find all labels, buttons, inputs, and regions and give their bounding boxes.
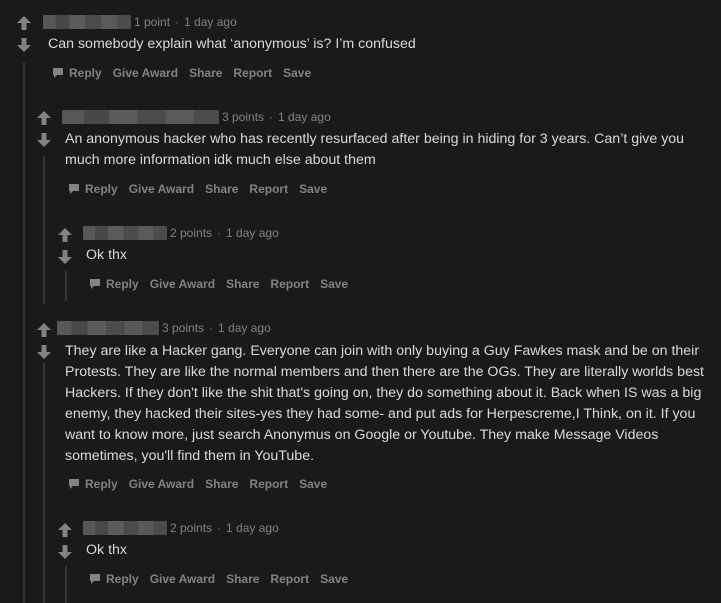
vote-controls xyxy=(34,108,54,150)
save-button[interactable]: Save xyxy=(299,477,327,491)
speech-bubble-icon xyxy=(90,279,100,289)
comment-thread: 1 point · 1 day ago Can somebody explain… xyxy=(0,0,721,603)
arrow-down-icon[interactable] xyxy=(34,342,54,362)
comment-meta: 1 point · 1 day ago xyxy=(43,13,237,31)
share-button[interactable]: Share xyxy=(226,572,259,586)
give-award-button[interactable]: Give Award xyxy=(113,66,178,80)
timestamp[interactable]: 1 day ago xyxy=(184,15,237,29)
comment-meta: 2 points · 1 day ago xyxy=(83,519,279,537)
comment-body: Ok thx xyxy=(86,247,127,263)
report-button[interactable]: Report xyxy=(233,66,272,80)
thread-line-level-2[interactable] xyxy=(43,363,45,603)
points-label: 1 point xyxy=(134,15,171,29)
author-avatar-redacted[interactable] xyxy=(83,226,167,240)
vote-controls xyxy=(55,225,75,267)
comment-actions: Reply Give Award Share Report Save xyxy=(68,477,338,491)
comment-body: An anonymous hacker who has recently res… xyxy=(65,131,685,168)
give-award-button[interactable]: Give Award xyxy=(150,572,215,586)
reply-label: Reply xyxy=(69,66,102,80)
points-label: 2 points xyxy=(170,226,213,240)
separator-dot: · xyxy=(217,226,222,240)
vote-controls xyxy=(14,13,34,55)
arrow-down-icon[interactable] xyxy=(34,130,54,150)
share-button[interactable]: Share xyxy=(189,66,222,80)
reply-button[interactable]: Reply xyxy=(52,66,102,80)
save-button[interactable]: Save xyxy=(299,182,327,196)
arrow-down-icon[interactable] xyxy=(55,247,75,267)
speech-bubble-icon xyxy=(69,479,79,489)
reply-label: Reply xyxy=(106,572,139,586)
arrow-up-icon[interactable] xyxy=(55,225,75,245)
author-avatar-redacted[interactable] xyxy=(43,15,131,29)
comment-actions: Reply Give Award Share Report Save xyxy=(52,66,322,80)
reply-label: Reply xyxy=(106,277,139,291)
thread-line-level-2[interactable] xyxy=(43,156,45,304)
report-button[interactable]: Report xyxy=(270,572,309,586)
author-avatar-redacted[interactable] xyxy=(83,521,167,535)
timestamp[interactable]: 1 day ago xyxy=(218,321,271,335)
comment-meta: 3 points · 1 day ago xyxy=(62,108,331,126)
arrow-up-icon[interactable] xyxy=(55,520,75,540)
speech-bubble-icon xyxy=(69,184,79,194)
share-button[interactable]: Share xyxy=(205,182,238,196)
give-award-button[interactable]: Give Award xyxy=(150,277,215,291)
give-award-button[interactable]: Give Award xyxy=(129,477,194,491)
arrow-down-icon[interactable] xyxy=(14,35,34,55)
comment-body: Ok thx xyxy=(86,542,127,558)
vote-controls xyxy=(34,320,54,362)
reply-button[interactable]: Reply xyxy=(68,477,118,491)
reply-label: Reply xyxy=(85,182,118,196)
comment-body: Can somebody explain what ‘anonymous’ is… xyxy=(48,36,416,52)
save-button[interactable]: Save xyxy=(320,277,348,291)
report-button[interactable]: Report xyxy=(249,182,288,196)
points-label: 3 points xyxy=(222,110,265,124)
points-label: 3 points xyxy=(162,321,205,335)
separator-dot: · xyxy=(269,110,274,124)
share-button[interactable]: Share xyxy=(205,477,238,491)
save-button[interactable]: Save xyxy=(320,572,348,586)
speech-bubble-icon xyxy=(53,68,63,78)
thread-line-level-3[interactable] xyxy=(65,566,67,603)
author-avatar-redacted[interactable] xyxy=(62,110,219,124)
comment-meta: 2 points · 1 day ago xyxy=(83,224,279,242)
arrow-up-icon[interactable] xyxy=(14,13,34,33)
reply-button[interactable]: Reply xyxy=(68,182,118,196)
timestamp[interactable]: 1 day ago xyxy=(278,110,331,124)
thread-line-level-3[interactable] xyxy=(65,271,67,301)
comment-body: They are like a Hacker gang. Everyone ca… xyxy=(65,343,704,464)
comment-actions: Reply Give Award Share Report Save xyxy=(89,277,359,291)
comment-actions: Reply Give Award Share Report Save xyxy=(68,182,338,196)
give-award-button[interactable]: Give Award xyxy=(129,182,194,196)
author-avatar-redacted[interactable] xyxy=(57,321,159,335)
thread-line-level-1[interactable] xyxy=(23,62,25,603)
separator-dot: · xyxy=(217,521,222,535)
share-button[interactable]: Share xyxy=(226,277,259,291)
save-button[interactable]: Save xyxy=(283,66,311,80)
speech-bubble-icon xyxy=(90,574,100,584)
reply-label: Reply xyxy=(85,477,118,491)
vote-controls xyxy=(55,520,75,562)
arrow-down-icon[interactable] xyxy=(55,542,75,562)
comment-actions: Reply Give Award Share Report Save xyxy=(89,572,359,586)
reply-button[interactable]: Reply xyxy=(89,277,139,291)
comment-meta: 3 points · 1 day ago xyxy=(57,319,271,337)
arrow-up-icon[interactable] xyxy=(34,320,54,340)
separator-dot: · xyxy=(175,15,180,29)
report-button[interactable]: Report xyxy=(270,277,309,291)
reply-button[interactable]: Reply xyxy=(89,572,139,586)
separator-dot: · xyxy=(209,321,214,335)
timestamp[interactable]: 1 day ago xyxy=(226,226,279,240)
points-label: 2 points xyxy=(170,521,213,535)
timestamp[interactable]: 1 day ago xyxy=(226,521,279,535)
arrow-up-icon[interactable] xyxy=(34,108,54,128)
report-button[interactable]: Report xyxy=(249,477,288,491)
